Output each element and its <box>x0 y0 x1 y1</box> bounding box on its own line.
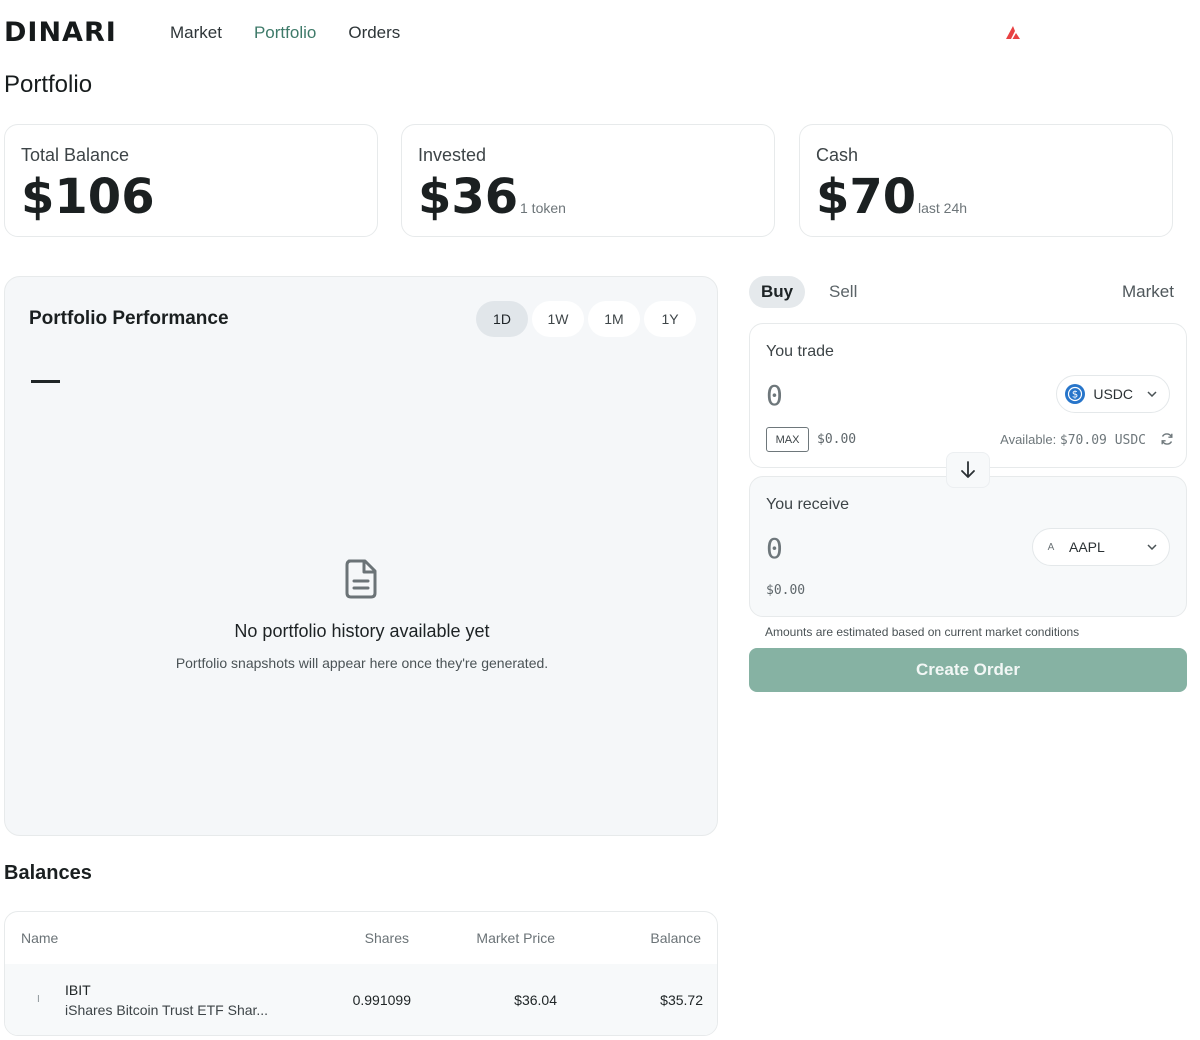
dinari-logo[interactable]: DINARI <box>4 18 117 48</box>
range-1m[interactable]: 1M <box>588 301 640 337</box>
token-balance: $35.72 <box>660 992 703 1008</box>
you-trade-box: You trade 0 $ USDC MAX $0.00 Available: … <box>749 323 1187 468</box>
total-balance-label: Total Balance <box>21 145 130 165</box>
svg-text:$: $ <box>1072 390 1078 401</box>
tab-sell[interactable]: Sell <box>817 276 869 308</box>
available-value: $70.09 USDC <box>1059 433 1146 448</box>
page-title: Portfolio <box>4 71 93 98</box>
cash-value: $70 <box>816 169 917 225</box>
create-order-button[interactable]: Create Order <box>749 648 1187 692</box>
cash-label: Cash <box>816 145 859 165</box>
you-trade-label: You trade <box>766 343 834 360</box>
cash-period: last 24h <box>918 200 968 216</box>
column-header-market-price: Market Price <box>476 930 555 946</box>
column-header-name: Name <box>21 930 59 946</box>
estimate-note: Amounts are estimated based on current m… <box>765 625 1080 639</box>
invested-label: Invested <box>418 145 487 165</box>
invested-token-count: 1 token <box>520 200 566 216</box>
total-balance-value: $106 <box>21 169 155 225</box>
order-type-selector[interactable]: Market <box>1122 282 1174 302</box>
trade-usd-value: $0.00 <box>817 432 857 447</box>
nav-orders[interactable]: Orders <box>348 22 400 44</box>
invested-value: $36 <box>418 169 519 225</box>
column-header-shares: Shares <box>364 930 409 946</box>
available-label: Available: <box>1000 432 1057 447</box>
range-selector: 1D 1W 1M 1Y <box>476 301 696 337</box>
empty-state-subtitle: Portfolio snapshots will appear here onc… <box>175 655 549 671</box>
main-nav: Market Portfolio Orders <box>170 22 400 44</box>
available-balance: Available: $70.09 USDC <box>1000 432 1146 448</box>
token-shares: 0.991099 <box>352 992 411 1008</box>
you-receive-label: You receive <box>766 496 850 513</box>
total-balance-card: Total Balance $106 <box>4 124 378 237</box>
you-receive-box: You receive 0 A AAPL $0.00 <box>749 476 1187 617</box>
arrow-down-icon <box>961 461 975 478</box>
performance-change-placeholder <box>31 380 60 383</box>
avalanche-icon[interactable] <box>1006 26 1022 40</box>
empty-state-title: No portfolio history available yet <box>234 621 490 641</box>
balances-title: Balances <box>4 862 92 884</box>
performance-title: Portfolio Performance <box>29 308 229 329</box>
token-market-price: $36.04 <box>514 992 557 1008</box>
range-1w[interactable]: 1W <box>532 301 584 337</box>
usdc-token-selector[interactable]: $ USDC <box>1056 375 1170 413</box>
trade-amount-input[interactable]: 0 <box>766 379 783 412</box>
invested-card: Invested $36 1 token <box>401 124 775 237</box>
column-header-balance: Balance <box>650 930 701 946</box>
max-button[interactable]: MAX <box>766 427 809 452</box>
receive-usd-value: $0.00 <box>766 583 806 598</box>
usdc-icon: $ <box>1065 384 1086 404</box>
swap-direction-button[interactable] <box>946 452 990 488</box>
token-symbol: IBIT <box>65 982 91 998</box>
token-icon: I <box>37 994 40 1005</box>
chevron-down-icon <box>1147 544 1157 550</box>
token-name: iShares Bitcoin Trust ETF Shar... <box>65 1002 269 1018</box>
cash-card: Cash $70 last 24h <box>799 124 1173 237</box>
table-row[interactable]: I IBIT iShares Bitcoin Trust ETF Shar...… <box>5 964 717 1035</box>
trade-token-symbol: USDC <box>1093 386 1133 402</box>
aapl-icon: A <box>1047 541 1055 553</box>
tab-buy[interactable]: Buy <box>749 276 806 308</box>
portfolio-performance-panel: Portfolio Performance 1D 1W 1M 1Y No por… <box>4 276 718 836</box>
refresh-icon[interactable] <box>1160 432 1174 446</box>
chevron-down-icon <box>1147 391 1157 397</box>
balances-table: Name Shares Market Price Balance I IBIT … <box>4 911 718 1036</box>
document-icon <box>345 559 377 599</box>
nav-portfolio[interactable]: Portfolio <box>254 22 316 44</box>
range-1y[interactable]: 1Y <box>644 301 696 337</box>
nav-market[interactable]: Market <box>170 22 222 44</box>
aapl-token-selector[interactable]: A AAPL <box>1032 528 1170 566</box>
receive-amount-input[interactable]: 0 <box>766 532 783 565</box>
range-1d[interactable]: 1D <box>476 301 528 337</box>
receive-token-symbol: AAPL <box>1069 539 1105 555</box>
